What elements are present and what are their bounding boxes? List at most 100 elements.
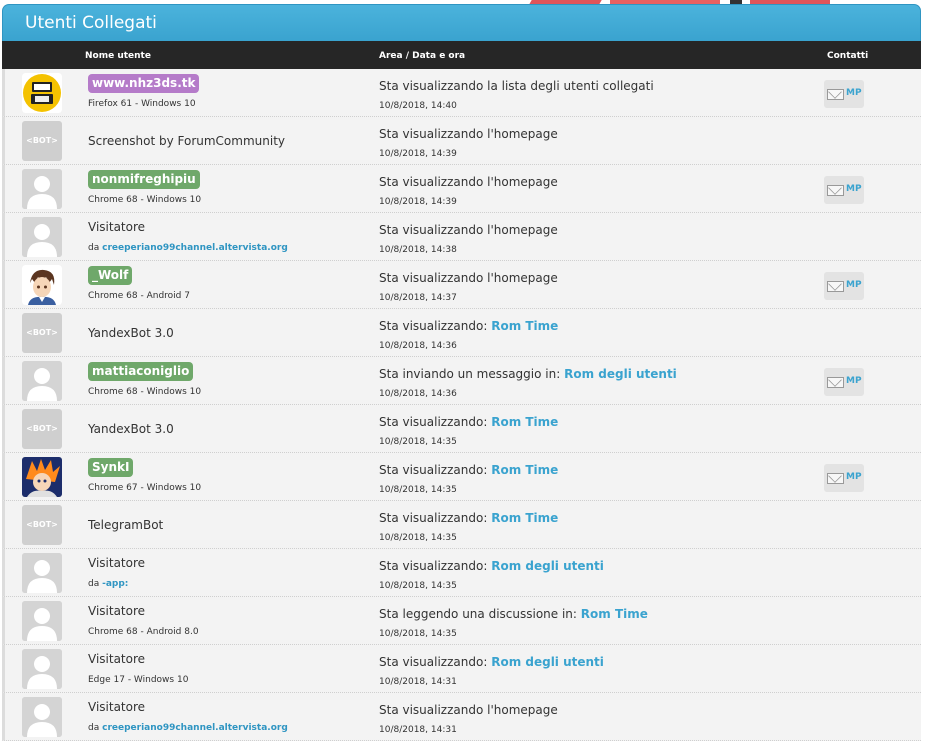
table-row: Visitatore da creeperiano99channel.alterv… xyxy=(2,213,921,261)
activity-link[interactable]: Rom degli utenti xyxy=(491,559,604,573)
default-avatar xyxy=(22,601,62,641)
activity: Sta visualizzando: Rom degli utenti xyxy=(379,559,604,573)
table-row: <BOT> TelegramBot Sta visualizzando: Rom T… xyxy=(2,501,921,549)
table-header: Nome utente Area / Data e ora Contatti xyxy=(2,41,921,69)
origin-link[interactable]: creeperiano99channel.altervista.org xyxy=(102,243,288,253)
origin-prefix: da xyxy=(88,243,100,253)
private-message-button[interactable]: MP xyxy=(824,464,864,492)
activity-text: Sta visualizzando l'homepage xyxy=(379,271,558,285)
user-avatar[interactable] xyxy=(22,73,62,113)
activity-link[interactable]: Rom degli utenti xyxy=(564,367,677,381)
activity-link[interactable]: Rom degli utenti xyxy=(491,655,604,669)
activity-time: 10/8/2018, 14:35 xyxy=(379,581,457,591)
online-users-panel: Utenti Collegati Nome utente Area / Data… xyxy=(2,4,921,755)
default-avatar xyxy=(22,697,62,737)
private-message-label: MP xyxy=(846,184,862,194)
activity: Sta visualizzando l'homepage xyxy=(379,175,558,189)
guest-name: Screenshot by ForumCommunity xyxy=(88,134,286,148)
activity-text: Sta visualizzando l'homepage xyxy=(379,703,558,717)
activity-time: 10/8/2018, 14:39 xyxy=(379,197,457,207)
envelope-icon xyxy=(827,185,844,196)
activity-link[interactable]: Rom Time xyxy=(491,319,558,333)
private-message-label: MP xyxy=(846,280,862,290)
activity-text: Sta visualizzando: xyxy=(379,655,488,669)
activity-text: Sta visualizzando la lista degli utenti … xyxy=(379,79,654,93)
guest-name: Visitatore xyxy=(88,220,146,234)
activity-text: Sta visualizzando l'homepage xyxy=(379,223,558,237)
private-message-button[interactable]: MP xyxy=(824,272,864,300)
guest-name: YandexBot 3.0 xyxy=(88,326,174,340)
header-user: Nome utente xyxy=(85,51,151,61)
activity-link[interactable]: Rom Time xyxy=(491,511,558,525)
bot-avatar: <BOT> xyxy=(22,313,62,353)
user-client-info: Chrome 68 - Android 7 xyxy=(88,291,190,301)
activity: Sta visualizzando l'homepage xyxy=(379,271,558,285)
user-client-info: da creeperiano99channel.altervista.org xyxy=(88,723,288,733)
activity-time: 10/8/2018, 14:36 xyxy=(379,389,457,399)
activity-time: 10/8/2018, 14:31 xyxy=(379,725,457,735)
activity-link[interactable]: Rom Time xyxy=(491,463,558,477)
activity-text: Sta visualizzando l'homepage xyxy=(379,127,558,141)
envelope-icon xyxy=(827,473,844,484)
bot-avatar: <BOT> xyxy=(22,121,62,161)
default-avatar xyxy=(22,217,62,257)
activity: Sta visualizzando la lista degli utenti … xyxy=(379,79,654,93)
guest-name: Visitatore xyxy=(88,604,146,618)
activity-text: Sta visualizzando: xyxy=(379,511,488,525)
guest-name: Visitatore xyxy=(88,652,146,666)
user-client-info: Chrome 67 - Windows 10 xyxy=(88,483,202,493)
activity-time: 10/8/2018, 14:37 xyxy=(379,293,457,303)
activity: Sta visualizzando l'homepage xyxy=(379,703,558,717)
table-row: Visitatore da -app: Sta visualizzando: Rom… xyxy=(2,549,921,597)
bot-avatar: <BOT> xyxy=(22,505,62,545)
private-message-button[interactable]: MP xyxy=(824,80,864,108)
envelope-icon xyxy=(827,281,844,292)
user-avatar[interactable] xyxy=(22,457,62,497)
header-area: Area / Data e ora xyxy=(379,51,466,61)
private-message-label: MP xyxy=(846,472,862,482)
origin-link[interactable]: creeperiano99channel.altervista.org xyxy=(102,723,288,733)
bot-avatar: <BOT> xyxy=(22,409,62,449)
user-client-info: Edge 17 - Windows 10 xyxy=(88,675,189,685)
panel-title-bar: Utenti Collegati xyxy=(2,4,921,41)
activity: Sta visualizzando l'homepage xyxy=(379,223,558,237)
username-link[interactable]: nonmifreghipiu xyxy=(88,170,200,189)
default-avatar xyxy=(22,169,62,209)
username-link[interactable]: _Wolf xyxy=(88,266,133,285)
guest-name: Visitatore xyxy=(88,700,146,714)
table-row: mattiaconiglio Chrome 68 - Windows 10 Sta … xyxy=(2,357,921,405)
activity-link[interactable]: Rom Time xyxy=(491,415,558,429)
private-message-label: MP xyxy=(846,88,862,98)
username-link[interactable]: mattiaconiglio xyxy=(88,362,194,381)
panel-title: Utenti Collegati xyxy=(25,13,157,33)
activity-time: 10/8/2018, 14:35 xyxy=(379,485,457,495)
activity-text: Sta inviando un messaggio in: xyxy=(379,367,561,381)
user-client-info: Chrome 68 - Windows 10 xyxy=(88,195,202,205)
user-client-info: da -app: xyxy=(88,579,128,589)
user-avatar[interactable] xyxy=(22,265,62,305)
origin-link[interactable]: -app: xyxy=(102,579,128,589)
activity: Sta inviando un messaggio in: Rom degli … xyxy=(379,367,677,381)
activity-text: Sta visualizzando: xyxy=(379,319,488,333)
table-row: <BOT> YandexBot 3.0 Sta visualizzando: Rom… xyxy=(2,405,921,453)
envelope-icon xyxy=(827,89,844,100)
user-client-info: Firefox 61 - Windows 10 xyxy=(88,99,196,109)
username-link[interactable]: www.nhz3ds.tk xyxy=(88,74,200,93)
guest-name: YandexBot 3.0 xyxy=(88,422,174,436)
activity-link[interactable]: Rom Time xyxy=(581,607,648,621)
guest-name: TelegramBot xyxy=(88,518,164,532)
default-avatar xyxy=(22,553,62,593)
username-link[interactable]: SynkI xyxy=(88,458,134,477)
activity: Sta visualizzando: Rom Time xyxy=(379,463,558,477)
activity-time: 10/8/2018, 14:35 xyxy=(379,533,457,543)
activity-time: 10/8/2018, 14:31 xyxy=(379,677,457,687)
private-message-button[interactable]: MP xyxy=(824,176,864,204)
activity: Sta visualizzando: Rom Time xyxy=(379,511,558,525)
activity-time: 10/8/2018, 14:36 xyxy=(379,341,457,351)
private-message-button[interactable]: MP xyxy=(824,368,864,396)
table-row: Visitatore Edge 17 - Windows 10 Sta visual… xyxy=(2,645,921,693)
user-client-info: Chrome 68 - Android 8.0 xyxy=(88,627,199,637)
activity-time: 10/8/2018, 14:38 xyxy=(379,245,457,255)
users-list: www.nhz3ds.tk Firefox 61 - Windows 10 Sta … xyxy=(2,69,921,741)
private-message-label: MP xyxy=(846,376,862,386)
